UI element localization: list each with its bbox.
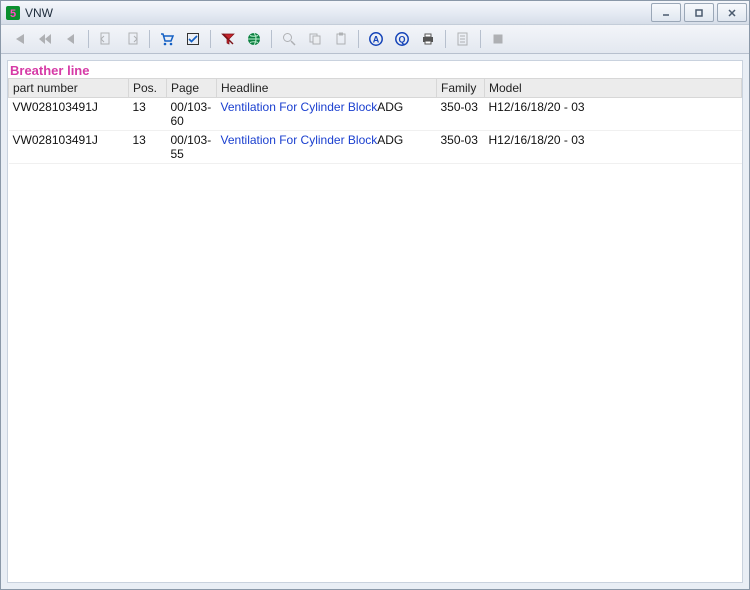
cell-part-number: VW028103491J	[9, 131, 129, 164]
titlebar: 5 VNW	[1, 1, 749, 25]
table-row[interactable]: VW028103491J 13 00/103-60 Ventilation Fo…	[9, 98, 742, 131]
cell-pos: 13	[129, 131, 167, 164]
cart-button[interactable]	[155, 27, 179, 51]
maximize-button[interactable]	[684, 3, 714, 22]
col-page[interactable]: Page	[167, 79, 217, 98]
toolbar: A Q	[1, 25, 749, 54]
headline-suffix: ADG	[377, 133, 403, 147]
cell-part-number: VW028103491J	[9, 98, 129, 131]
search-q-button[interactable]: Q	[390, 27, 414, 51]
checklist-button[interactable]	[181, 27, 205, 51]
cell-pos: 13	[129, 98, 167, 131]
toolbar-separator	[88, 30, 89, 48]
app-window: 5 VNW A Q	[0, 0, 750, 590]
copy-button[interactable]	[303, 27, 327, 51]
bookmark-prev-button[interactable]	[94, 27, 118, 51]
col-pos[interactable]: Pos.	[129, 79, 167, 98]
app-icon: 5	[5, 5, 21, 21]
col-headline[interactable]: Headline	[217, 79, 437, 98]
zoom-button[interactable]	[277, 27, 301, 51]
cell-model: H12/16/18/20 - 03	[485, 98, 742, 131]
globe-button[interactable]	[242, 27, 266, 51]
headline-link[interactable]: Ventilation For Cylinder Block	[221, 100, 378, 114]
toolbar-separator	[445, 30, 446, 48]
col-model[interactable]: Model	[485, 79, 742, 98]
window-title: VNW	[25, 6, 53, 20]
cell-page: 00/103-60	[167, 98, 217, 131]
col-part-number[interactable]: part number	[9, 79, 129, 98]
cell-family: 350-03	[437, 131, 485, 164]
close-button[interactable]	[717, 3, 747, 22]
toolbar-separator	[149, 30, 150, 48]
minimize-button[interactable]	[651, 3, 681, 22]
filter-button[interactable]	[216, 27, 240, 51]
paste-button[interactable]	[329, 27, 353, 51]
svg-text:5: 5	[10, 8, 16, 20]
prev-record-button[interactable]	[59, 27, 83, 51]
bookmark-next-button[interactable]	[120, 27, 144, 51]
toolbar-separator	[210, 30, 211, 48]
cell-headline[interactable]: Ventilation For Cylinder BlockADG	[217, 98, 437, 131]
first-record-button[interactable]	[7, 27, 31, 51]
titlebar-left: 5 VNW	[5, 5, 53, 21]
results-panel: Breather line part number Pos. Page Head…	[7, 60, 743, 583]
svg-text:Q: Q	[398, 35, 405, 45]
headline-suffix: ADG	[377, 100, 403, 114]
table-row[interactable]: VW028103491J 13 00/103-55 Ventilation Fo…	[9, 131, 742, 164]
notes-button[interactable]	[451, 27, 475, 51]
headline-link[interactable]: Ventilation For Cylinder Block	[221, 133, 378, 147]
search-a-button[interactable]: A	[364, 27, 388, 51]
section-title: Breather line	[8, 61, 742, 78]
cell-model: H12/16/18/20 - 03	[485, 131, 742, 164]
col-family[interactable]: Family	[437, 79, 485, 98]
cell-family: 350-03	[437, 98, 485, 131]
window-controls	[651, 3, 747, 22]
print-button[interactable]	[416, 27, 440, 51]
results-table: part number Pos. Page Headline Family Mo…	[8, 78, 742, 164]
stop-button[interactable]	[486, 27, 510, 51]
prev-page-button[interactable]	[33, 27, 57, 51]
toolbar-separator	[480, 30, 481, 48]
svg-text:A: A	[373, 35, 380, 45]
toolbar-separator	[271, 30, 272, 48]
content-area: Breather line part number Pos. Page Head…	[1, 54, 749, 589]
toolbar-separator	[358, 30, 359, 48]
cell-headline[interactable]: Ventilation For Cylinder BlockADG	[217, 131, 437, 164]
cell-page: 00/103-55	[167, 131, 217, 164]
table-header-row: part number Pos. Page Headline Family Mo…	[9, 79, 742, 98]
